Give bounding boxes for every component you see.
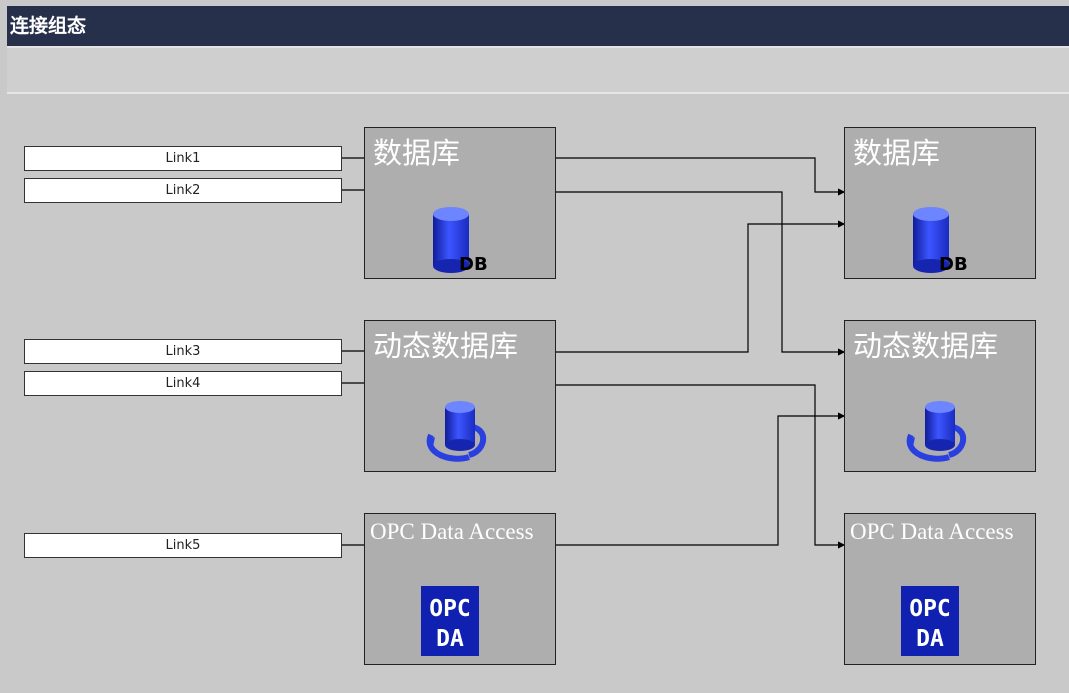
svg-text:OPC: OPC bbox=[909, 596, 951, 622]
svg-text:DB: DB bbox=[939, 254, 968, 274]
link4-field[interactable]: Link4 bbox=[24, 371, 342, 396]
dyn-to-opc-wire bbox=[556, 384, 846, 549]
link5-field[interactable]: Link5 bbox=[24, 533, 342, 558]
block-label: 数据库 bbox=[373, 136, 461, 170]
link3-field[interactable]: Link3 bbox=[24, 339, 342, 364]
svg-text:DA: DA bbox=[916, 626, 944, 652]
left-dynamic-db-block[interactable]: 动态数据库 bbox=[364, 320, 556, 472]
block-label: 动态数据库 bbox=[373, 329, 519, 363]
db-to-dyn-wire bbox=[556, 191, 846, 356]
dynamic-db-icon bbox=[426, 401, 486, 462]
opc-da-icon: OPC DA bbox=[421, 586, 479, 656]
right-dynamic-db-block[interactable]: 动态数据库 bbox=[844, 320, 1036, 472]
link2-field[interactable]: Link2 bbox=[24, 178, 342, 203]
block-label: OPC Data Access bbox=[850, 519, 1014, 544]
block-label: 动态数据库 bbox=[853, 329, 999, 363]
link1-field[interactable]: Link1 bbox=[24, 146, 342, 171]
db-icon: DB bbox=[913, 207, 968, 274]
right-opc-block[interactable]: OPC Data Access OPC DA bbox=[844, 513, 1036, 665]
dyn-to-db-wire bbox=[556, 220, 846, 353]
right-database-block[interactable]: 数据库 DB bbox=[844, 127, 1036, 279]
db-to-db-wire bbox=[556, 157, 846, 196]
svg-text:DA: DA bbox=[436, 626, 464, 652]
block-label: OPC Data Access bbox=[370, 519, 534, 544]
left-database-block[interactable]: 数据库 DB bbox=[364, 127, 556, 279]
svg-text:DB: DB bbox=[459, 254, 488, 274]
dynamic-db-icon bbox=[906, 401, 966, 462]
db-icon: DB bbox=[433, 207, 488, 274]
opc-to-dyn-wire bbox=[556, 412, 846, 546]
left-opc-block[interactable]: OPC Data Access OPC DA bbox=[364, 513, 556, 665]
opc-da-icon: OPC DA bbox=[901, 586, 959, 656]
svg-text:OPC: OPC bbox=[429, 596, 471, 622]
block-label: 数据库 bbox=[853, 136, 941, 170]
